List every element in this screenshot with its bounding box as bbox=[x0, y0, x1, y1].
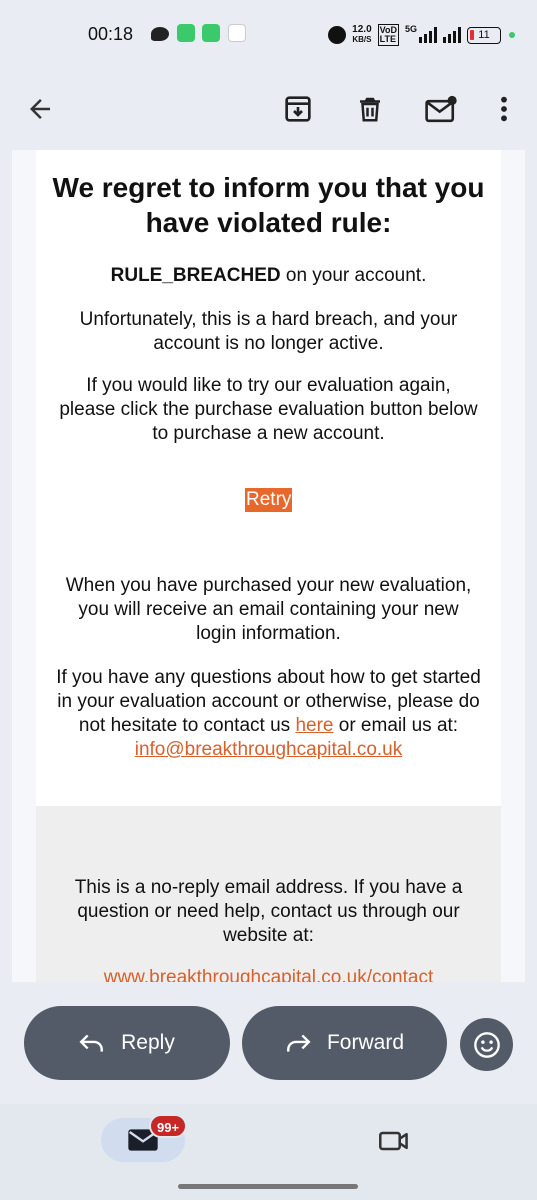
action-bar: Reply Forward bbox=[0, 982, 537, 1104]
arrow-left-icon[interactable] bbox=[15, 84, 65, 134]
email-body[interactable]: We regret to inform you that you have vi… bbox=[12, 150, 525, 982]
status-time: 00:18 bbox=[88, 24, 134, 44]
unread-count-badge: 99+ bbox=[149, 1114, 188, 1138]
retry-button[interactable]: Retry bbox=[245, 488, 293, 512]
reply-button[interactable]: Reply bbox=[24, 1006, 230, 1080]
more-vert-icon[interactable] bbox=[479, 84, 529, 134]
app-notification-icon bbox=[202, 24, 220, 42]
signal-icon bbox=[419, 27, 437, 43]
questions-paragraph: If you have any questions about how to g… bbox=[56, 667, 481, 760]
contact-link[interactable]: www.breakthroughcapital.co.uk/contact bbox=[36, 966, 501, 982]
privacy-dot-icon bbox=[509, 32, 515, 38]
mark-unread-icon[interactable] bbox=[416, 84, 466, 134]
nav-meet-tab[interactable] bbox=[376, 1126, 412, 1156]
email-link[interactable]: info@breakthroughcapital.co.uk bbox=[135, 739, 403, 760]
home-gesture-bar[interactable] bbox=[178, 1184, 358, 1189]
email-footer: This is a no-reply email address. If you… bbox=[36, 806, 501, 982]
battery-icon: 11 bbox=[467, 26, 501, 44]
archive-icon[interactable] bbox=[273, 84, 323, 134]
reply-label: Reply bbox=[121, 1031, 175, 1054]
email-headline: We regret to inform you that you have vi… bbox=[52, 172, 485, 238]
here-link[interactable]: here bbox=[295, 715, 333, 736]
purchase-info-paragraph: When you have purchased your new evaluat… bbox=[65, 575, 472, 644]
status-bar: 00:18 12.0 KB/S VoD LTE 5G 11 bbox=[0, 0, 537, 70]
smiley-icon bbox=[473, 1031, 500, 1058]
footer-text: This is a no-reply email address. If you… bbox=[74, 877, 463, 946]
app-notification-icon bbox=[177, 24, 195, 42]
chat-notification-icon bbox=[151, 27, 169, 41]
forward-label: Forward bbox=[326, 1031, 405, 1054]
network-type: 5G bbox=[404, 24, 417, 34]
email-card: We regret to inform you that you have vi… bbox=[36, 150, 501, 826]
video-camera-icon bbox=[379, 1131, 408, 1151]
status-indicators: 12.0 KB/S VoD LTE 5G 11 bbox=[328, 22, 515, 48]
signal-icon bbox=[443, 27, 461, 43]
reply-icon bbox=[79, 1034, 104, 1052]
rule-paragraph: RULE_BREACHED on your account. bbox=[110, 265, 427, 286]
alarm-icon bbox=[328, 26, 347, 44]
trash-icon[interactable] bbox=[345, 84, 395, 134]
volte-indicator: VoD LTE bbox=[377, 24, 399, 46]
hard-breach-paragraph: Unfortunately, this is a hard breach, an… bbox=[79, 309, 458, 354]
emoji-reaction-button[interactable] bbox=[460, 1018, 513, 1071]
rule-code: RULE_BREACHED bbox=[110, 265, 281, 286]
forward-icon bbox=[287, 1034, 311, 1052]
retry-prompt-paragraph: If you would like to try our evaluation … bbox=[59, 375, 478, 444]
network-speed: 12.0 KB/S bbox=[352, 24, 372, 45]
email-toolbar bbox=[0, 70, 537, 150]
bottom-navigation: 99+ bbox=[0, 1104, 537, 1200]
app-notification-icon bbox=[228, 24, 246, 42]
forward-button[interactable]: Forward bbox=[242, 1006, 447, 1080]
